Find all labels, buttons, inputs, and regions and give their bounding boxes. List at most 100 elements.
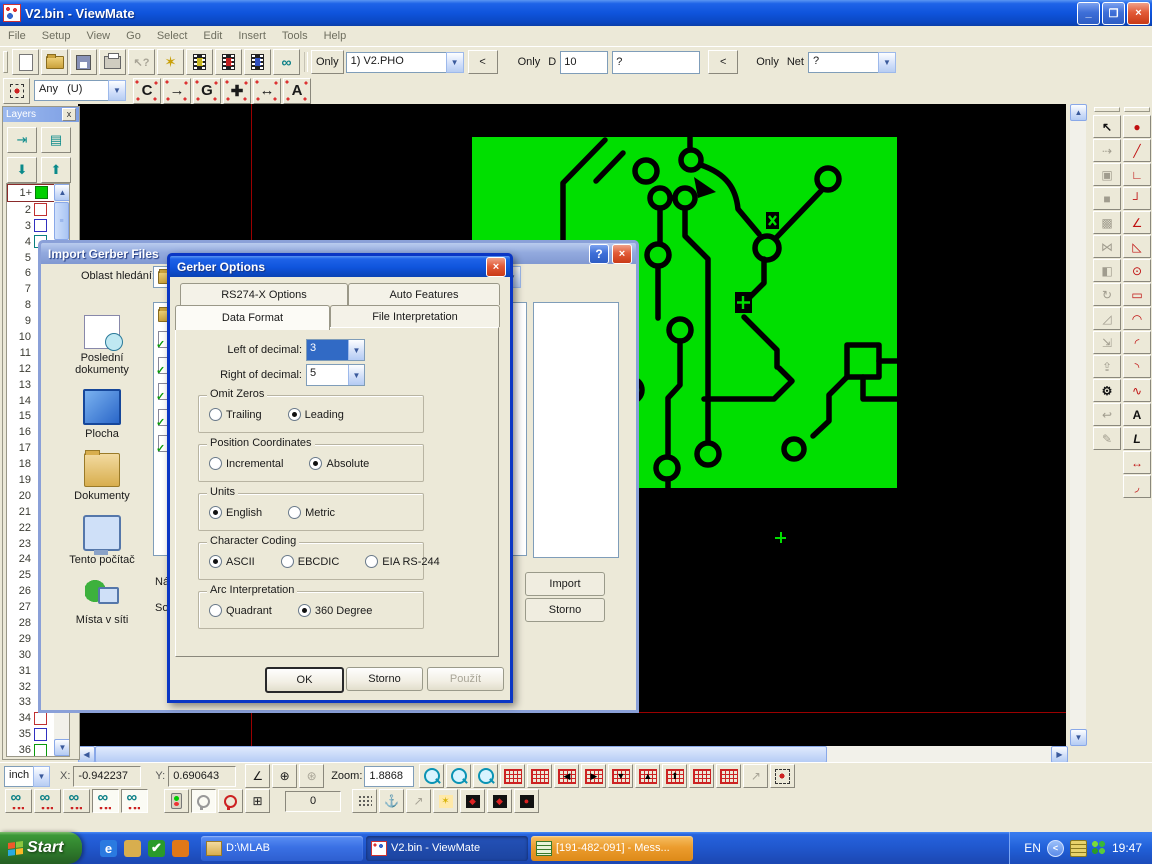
pad-diamond-s-icon[interactable]: ◆ <box>487 789 512 813</box>
menu-item-setup[interactable]: Setup <box>34 28 79 44</box>
draw-pad-icon[interactable]: ● <box>1123 115 1151 138</box>
layer-insert-button[interactable]: ⇥ <box>7 127 37 153</box>
tray-notes-icon[interactable] <box>1070 840 1087 857</box>
canvas-horizontal-scrollbar[interactable]: ◀ ▶ <box>78 746 1068 762</box>
help-icon[interactable]: ? <box>589 244 609 264</box>
chevron-down-icon[interactable]: ▼ <box>108 80 126 101</box>
select-cross-button[interactable]: ✚ <box>223 78 251 104</box>
radio-button[interactable] <box>309 457 322 470</box>
menu-item-help[interactable]: Help <box>316 28 355 44</box>
layer-color-swatch[interactable] <box>34 203 47 216</box>
radio-option-eia-rs-244[interactable]: EIA RS-244 <box>365 555 439 568</box>
toolbar-drag-handle[interactable] <box>1092 104 1152 115</box>
radio-option-absolute[interactable]: Absolute <box>309 457 369 470</box>
layer-color-swatch[interactable] <box>34 744 47 757</box>
start-button[interactable]: Start <box>0 832 82 864</box>
right-of-decimal-combobox[interactable]: 5 ▼ <box>306 364 365 386</box>
zoom-in-grid-icon[interactable]: ⬆ <box>662 764 687 788</box>
select-g-button[interactable]: G <box>193 78 221 104</box>
chevron-down-icon[interactable]: ▼ <box>348 365 364 385</box>
menu-item-edit[interactable]: Edit <box>195 28 230 44</box>
select-goto-button[interactable]: → <box>163 78 191 104</box>
settings-gear-icon[interactable]: ⚙ <box>1093 379 1121 402</box>
draw-angle-icon[interactable]: ∠ <box>1123 211 1151 234</box>
pad-dot-icon[interactable]: ● <box>514 789 539 813</box>
select-text-button[interactable]: A <box>283 78 311 104</box>
zoom-selection-icon[interactable] <box>473 764 498 788</box>
lamp-off-icon[interactable] <box>191 789 216 813</box>
angle-measure-icon[interactable]: ∠ <box>245 764 270 788</box>
layer-move-up-button[interactable]: ⬆ <box>41 157 71 183</box>
taskbar-item[interactable]: [191-482-091] - Mess... <box>531 836 693 861</box>
firefox-icon[interactable] <box>172 840 189 857</box>
radio-button[interactable] <box>209 506 222 519</box>
radio-option-trailing[interactable]: Trailing <box>209 408 262 421</box>
radio-button[interactable] <box>209 555 222 568</box>
open-file-icon[interactable] <box>41 49 68 75</box>
draw-dimension-icon[interactable]: ↔ <box>1123 451 1151 474</box>
draw-label-icon[interactable]: L <box>1123 427 1151 450</box>
scrollbar-thumb[interactable]: ≡ <box>54 202 69 240</box>
film-tools-icon[interactable] <box>186 49 213 75</box>
place-recent-documents[interactable]: Poslední dokumenty <box>54 315 150 376</box>
previous-layer-button[interactable]: < <box>468 50 498 74</box>
print-icon[interactable] <box>99 49 126 75</box>
draw-polyline-icon[interactable]: ∟ <box>1123 163 1151 186</box>
select-span-button[interactable]: ↔ <box>253 78 281 104</box>
radio-button[interactable] <box>288 408 301 421</box>
radio-button[interactable] <box>281 555 294 568</box>
language-indicator[interactable]: EN <box>1024 841 1041 855</box>
import-button[interactable]: Import <box>525 572 605 596</box>
lamp-probe-icon[interactable] <box>218 789 243 813</box>
previous-dcode-button[interactable]: < <box>708 50 738 74</box>
cancel-button[interactable]: Storno <box>525 598 605 622</box>
only-net-button[interactable]: Only <box>752 51 783 73</box>
radio-button[interactable] <box>209 604 222 617</box>
dcode-query-input[interactable]: ? <box>612 51 700 74</box>
dialog-titlebar[interactable]: Gerber Options × <box>167 253 513 277</box>
radio-option-leading[interactable]: Leading <box>288 408 344 421</box>
unit-combobox[interactable]: inch ▼ <box>4 766 50 787</box>
draw-arc-ccw-icon[interactable]: ◜ <box>1123 331 1151 354</box>
radio-option-english[interactable]: English <box>209 506 262 519</box>
draw-corner-icon[interactable]: ◞ <box>1123 475 1151 498</box>
scroll-left-icon[interactable]: ◀ <box>78 746 95 763</box>
internet-explorer-icon[interactable]: e <box>100 840 117 857</box>
layer-combobox[interactable]: 1) V2.PHO ▼ <box>346 52 464 73</box>
canvas-vertical-scrollbar[interactable]: ▲ ▼ <box>1070 104 1086 746</box>
select-area-icon[interactable] <box>770 764 795 788</box>
radio-option-360-degree[interactable]: 360 Degree <box>298 604 373 617</box>
chevron-down-icon[interactable]: ▼ <box>33 766 50 787</box>
scrollbar-thumb[interactable] <box>95 746 827 763</box>
draw-circle-icon[interactable]: ⊙ <box>1123 259 1151 282</box>
view-glasses-layers-icon[interactable] <box>34 789 61 813</box>
draw-line-icon[interactable]: ╱ <box>1123 139 1151 162</box>
pan-left-icon[interactable]: ◀ <box>554 764 579 788</box>
menu-item-insert[interactable]: Insert <box>230 28 274 44</box>
radio-option-ebcdic[interactable]: EBCDIC <box>281 555 340 568</box>
help-book-icon[interactable]: ✔ <box>148 840 165 857</box>
close-icon[interactable]: × <box>486 257 506 277</box>
radio-button[interactable] <box>209 408 222 421</box>
chevron-down-icon[interactable]: ▼ <box>878 52 896 73</box>
net-combobox[interactable]: ? ▼ <box>808 52 896 73</box>
scroll-down-icon[interactable]: ▼ <box>1070 729 1087 746</box>
selected-files-list[interactable] <box>533 302 619 558</box>
grid-small-icon[interactable] <box>689 764 714 788</box>
scroll-up-icon[interactable]: ▲ <box>1070 104 1087 121</box>
only-layer-button[interactable]: Only <box>311 50 344 74</box>
origin-point-icon[interactable]: ⊕ <box>272 764 297 788</box>
cancel-button[interactable]: Storno <box>346 667 423 691</box>
layer-color-swatch[interactable] <box>35 186 48 199</box>
pad-diamond-icon[interactable]: ◆ <box>460 789 485 813</box>
radio-option-incremental[interactable]: Incremental <box>209 457 283 470</box>
draw-arc-cw-icon[interactable]: ◝ <box>1123 355 1151 378</box>
redraw-grid-icon[interactable] <box>527 764 552 788</box>
pan-right-icon[interactable]: ▶ <box>581 764 606 788</box>
draw-scurve-icon[interactable]: ∿ <box>1123 379 1151 402</box>
ok-button[interactable]: OK <box>265 667 344 693</box>
scroll-down-icon[interactable]: ▼ <box>54 739 70 756</box>
toolbar-drag-handle[interactable] <box>3 51 8 73</box>
pan-up-icon[interactable]: ▲ <box>635 764 660 788</box>
scroll-up-icon[interactable]: ▲ <box>54 184 70 201</box>
